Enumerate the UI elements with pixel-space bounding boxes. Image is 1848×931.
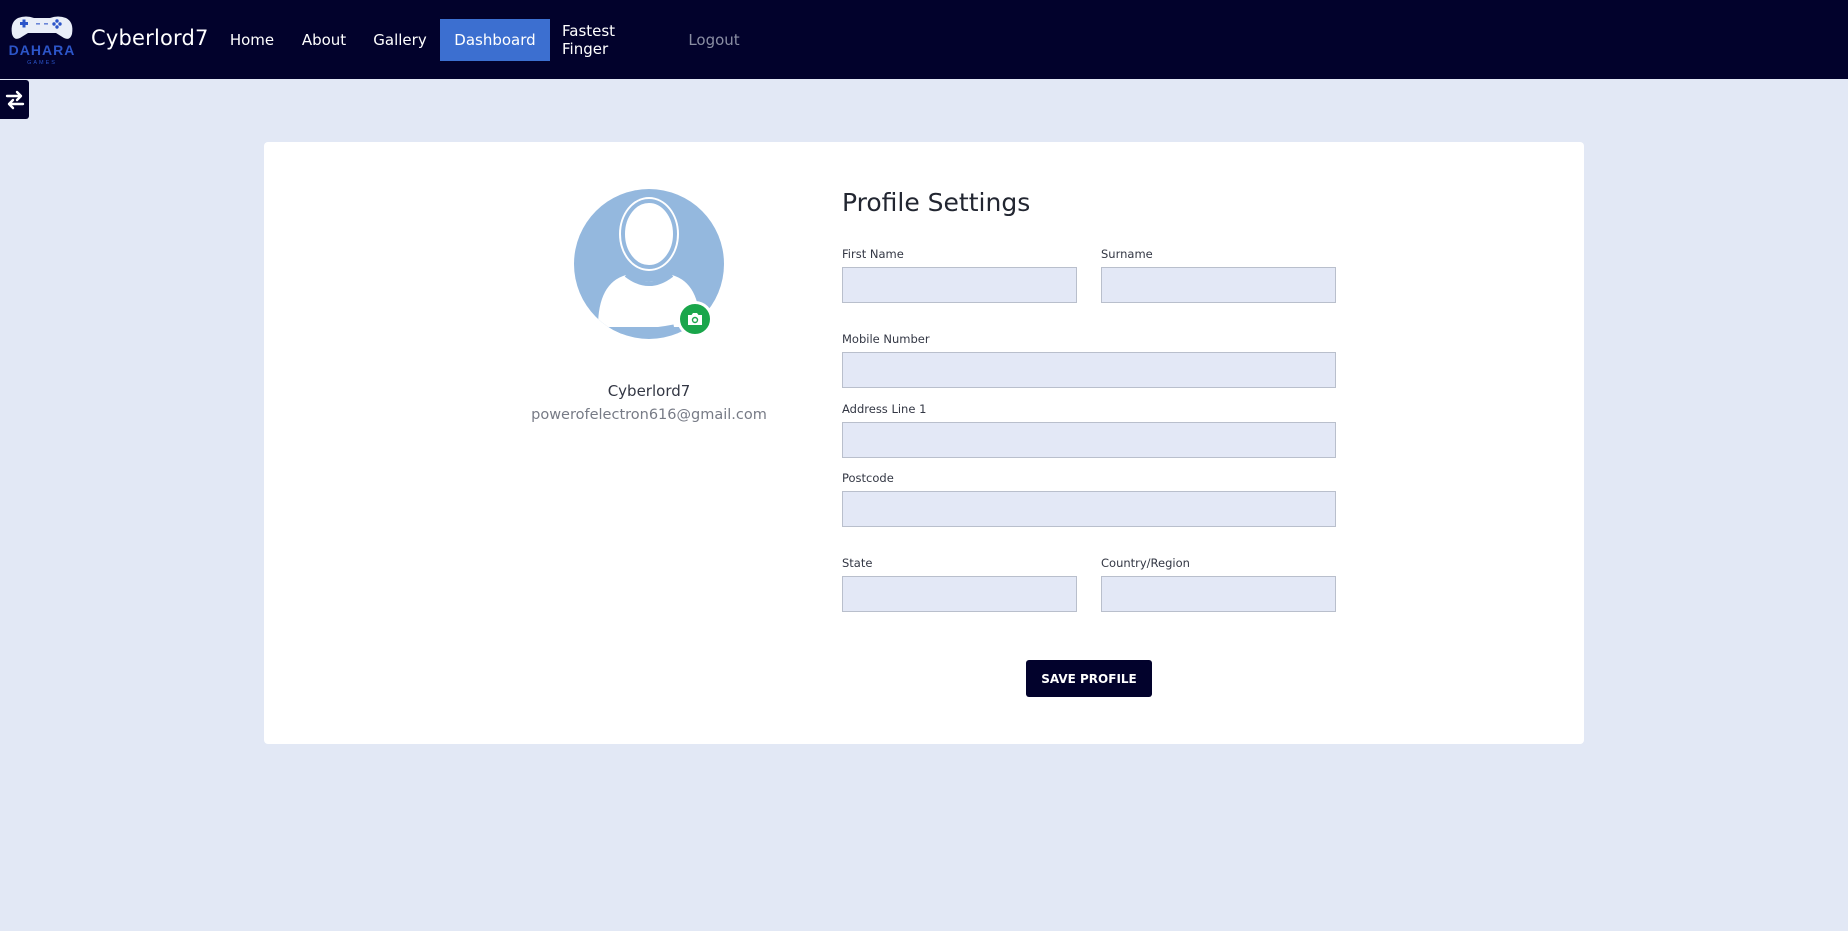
- address-line-1-field[interactable]: [842, 422, 1336, 458]
- surname-field[interactable]: [1101, 267, 1336, 303]
- nav-dashboard[interactable]: Dashboard: [440, 19, 550, 61]
- save-profile-button[interactable]: SAVE PROFILE: [1026, 660, 1152, 697]
- page-title: Profile Settings: [842, 188, 1031, 217]
- nav-home[interactable]: Home: [222, 19, 282, 61]
- postcode-label: Postcode: [842, 471, 894, 485]
- svg-text:DAHARA: DAHARA: [9, 42, 76, 58]
- address-line-1-label: Address Line 1: [842, 402, 927, 416]
- camera-icon: [688, 313, 702, 325]
- brand-name[interactable]: Cyberlord7: [91, 26, 209, 50]
- nav-about[interactable]: About: [298, 19, 350, 61]
- profile-card: Cyberlord7 powerofelectron616@gmail.com …: [264, 142, 1584, 744]
- top-navbar: DAHARA GAMES Cyberlord7 Home About Galle…: [0, 0, 1848, 79]
- country-region-field[interactable]: [1101, 576, 1336, 612]
- surname-label: Surname: [1101, 247, 1153, 261]
- change-photo-button[interactable]: [677, 301, 713, 337]
- profile-username: Cyberlord7: [607, 382, 691, 400]
- postcode-field[interactable]: [842, 491, 1336, 527]
- nav-fastest-finger[interactable]: Fastest Finger: [562, 19, 664, 61]
- first-name-label: First Name: [842, 247, 904, 261]
- swap-arrows-icon: [5, 90, 24, 109]
- nav-logout[interactable]: Logout: [686, 19, 742, 61]
- profile-email: powerofelectron616@gmail.com: [531, 407, 767, 423]
- gamepad-logo-icon: DAHARA GAMES: [9, 16, 76, 66]
- mobile-number-label: Mobile Number: [842, 332, 930, 346]
- state-field[interactable]: [842, 576, 1077, 612]
- svg-text:GAMES: GAMES: [27, 60, 57, 66]
- nav-gallery[interactable]: Gallery: [370, 19, 430, 61]
- sidebar-toggle-button[interactable]: [0, 80, 29, 119]
- mobile-number-field[interactable]: [842, 352, 1336, 388]
- first-name-field[interactable]: [842, 267, 1077, 303]
- state-label: State: [842, 556, 873, 570]
- country-region-label: Country/Region: [1101, 556, 1190, 570]
- dahara-games-logo[interactable]: DAHARA GAMES: [4, 14, 80, 66]
